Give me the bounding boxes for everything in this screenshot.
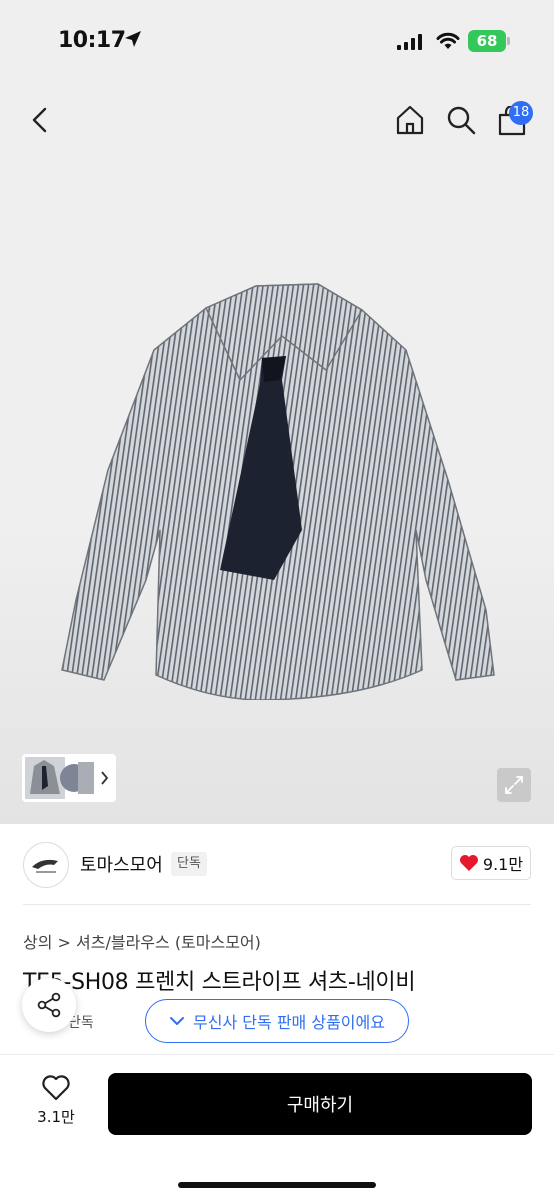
back-button[interactable] <box>22 102 58 138</box>
cellular-signal-icon <box>397 34 422 50</box>
status-bar: 10:17 68 <box>0 0 554 84</box>
cart-count-badge: 18 <box>509 101 533 125</box>
chevron-left-icon <box>32 107 47 133</box>
exclusive-sale-text: 무신사 단독 판매 상품이에요 <box>193 1013 385 1032</box>
share-icon <box>37 992 61 1018</box>
expand-image-button[interactable] <box>497 768 531 802</box>
brand-name[interactable]: 토마스모어 <box>80 851 163 877</box>
heart-filled-icon <box>459 855 478 871</box>
chevron-down-icon <box>170 1017 185 1025</box>
product-photo <box>61 283 495 700</box>
battery-cap <box>507 37 510 45</box>
brand-logo[interactable] <box>23 842 69 888</box>
brand-like-count: 9.1만 <box>482 855 524 874</box>
brand-like-button[interactable]: 9.1만 <box>451 846 531 880</box>
category-breadcrumb[interactable]: 상의 > 셔츠/블라우스 (토마스모어) <box>23 929 261 953</box>
home-indicator <box>178 1182 376 1188</box>
search-button[interactable] <box>442 102 480 138</box>
search-icon <box>447 106 476 135</box>
divider <box>23 904 531 905</box>
location-arrow-icon <box>125 31 141 47</box>
exclusive-sale-pill[interactable]: 무신사 단독 판매 상품이에요 <box>145 999 409 1043</box>
thumbnail-images <box>25 757 109 799</box>
brand-logo-image <box>32 859 58 873</box>
image-thumbnail-strip[interactable] <box>22 754 116 802</box>
status-time: 10:17 <box>58 28 126 53</box>
home-icon <box>396 105 424 135</box>
share-button[interactable] <box>22 978 76 1032</box>
like-count: 3.1만 <box>37 1108 75 1126</box>
heart-outline-icon <box>42 1075 70 1101</box>
expand-icon <box>505 776 523 794</box>
product-title: TE5-SH08 프렌치 스트라이프 셔츠-네이비 <box>23 970 416 995</box>
brand-exclusive-tag: 단독 <box>171 852 207 876</box>
buy-button[interactable]: 구매하기 <box>108 1073 532 1135</box>
wifi-icon <box>436 32 460 49</box>
home-button[interactable] <box>390 102 430 138</box>
battery-indicator: 68 <box>468 30 506 52</box>
like-button[interactable]: 3.1만 <box>26 1074 86 1134</box>
